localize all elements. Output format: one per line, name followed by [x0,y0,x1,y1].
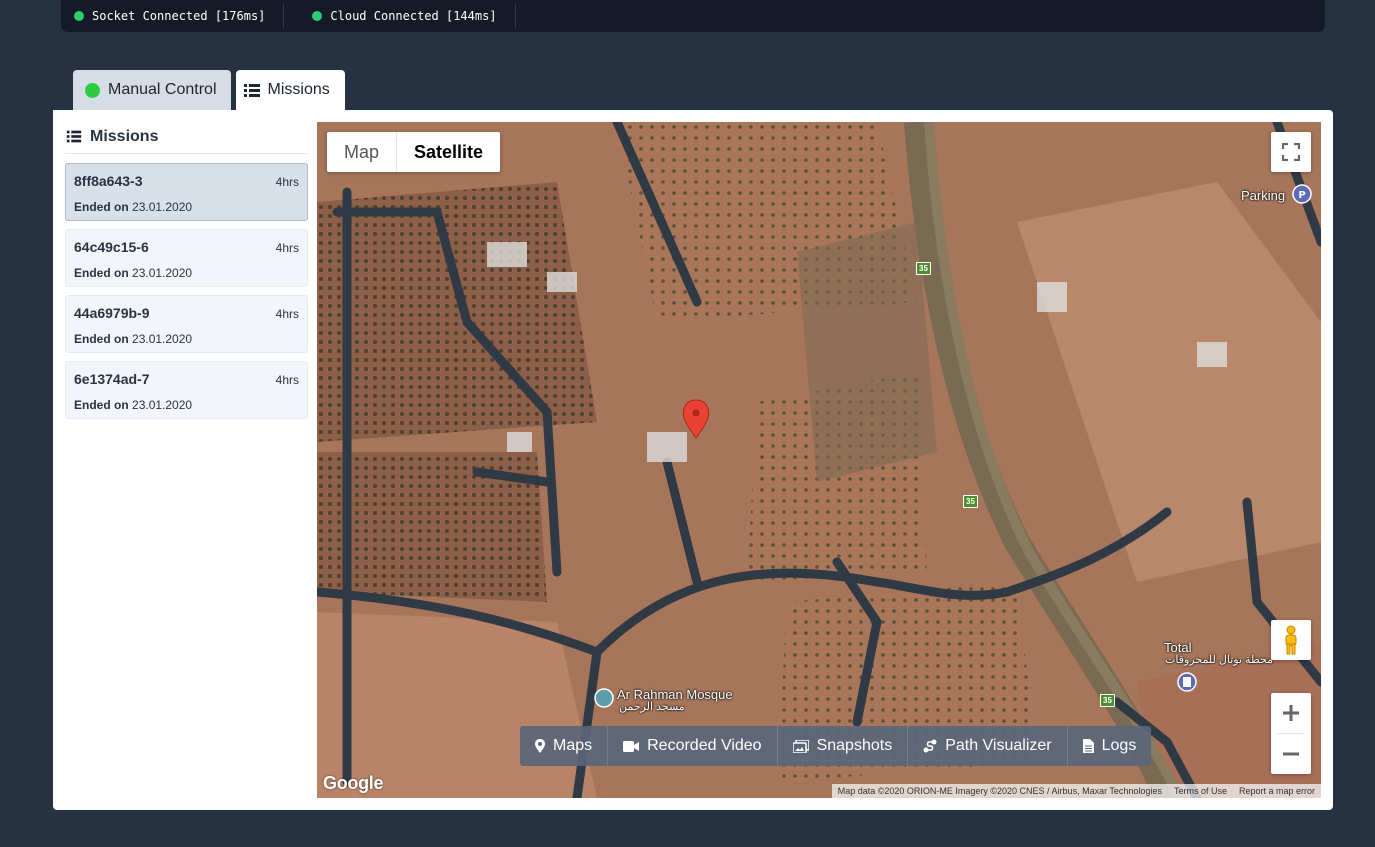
report-map-error-link[interactable]: Report a map error [1239,786,1315,796]
total-label-arabic: محطة توتال للمحروقات [1165,654,1273,666]
mission-ended: Ended on 23.01.2020 [74,266,299,280]
status-dot-icon [85,82,100,98]
minus-icon [1283,752,1299,756]
satellite-imagery: P [317,122,1321,798]
satellite-map[interactable]: P 35 35 35 Parking Ar Rahman Mosque مسجد… [317,122,1321,798]
cloud-status-dot [312,11,323,21]
ended-date: 23.01.2020 [132,398,193,412]
path-visualizer-button-label: Path Visualizer [945,737,1052,754]
fullscreen-button[interactable] [1271,132,1311,172]
ended-label: Ended on [74,398,129,412]
mission-item[interactable]: 44a6979b-9 4hrs Ended on 23.01.2020 [65,295,308,353]
plus-icon [1283,705,1299,721]
missions-sidebar: Missions 8ff8a643-3 4hrs Ended on 23.01.… [65,120,308,427]
ended-label: Ended on [74,332,129,346]
socket-status: Socket Connected [176ms] [74,4,285,28]
cloud-status: Cloud Connected [144ms] [312,4,516,28]
parking-marker-icon: P [1292,184,1312,204]
ended-date: 23.01.2020 [132,332,193,346]
street-view-button[interactable] [1271,620,1311,660]
ended-label: Ended on [74,266,129,280]
fullscreen-icon [1282,143,1300,161]
snapshots-button-label: Snapshots [816,737,893,754]
tab-missions-label: Missions [267,81,330,98]
pegman-icon [1285,625,1297,655]
images-icon [792,739,809,753]
map-type-map-button[interactable]: Map [327,132,396,172]
ended-date: 23.01.2020 [132,266,193,280]
terms-of-use-link[interactable]: Terms of Use [1174,786,1227,796]
main-tabs: Manual Control Missions [73,70,350,110]
tab-manual-control-label: Manual Control [108,81,217,98]
mission-id: 44a6979b-9 [74,305,150,321]
mission-item[interactable]: 64c49c15-6 4hrs Ended on 23.01.2020 [65,229,308,287]
parking-label: Parking [1241,188,1286,203]
maps-button[interactable]: Maps [520,726,609,766]
connection-status-bar: Socket Connected [176ms] Cloud Connected… [61,0,1325,32]
google-logo: Google [323,773,384,793]
zoom-out-button[interactable] [1271,734,1311,774]
video-camera-icon [623,740,640,752]
list-icon [243,83,260,97]
map-toolbar: Maps Recorded Video Snapshots Path Visua… [520,726,1152,766]
mission-list: 8ff8a643-3 4hrs Ended on 23.01.2020 64c4… [65,163,308,419]
mission-ended: Ended on 23.01.2020 [74,332,299,346]
road-shield-label: 35 [963,495,978,508]
mission-duration: 4hrs [275,307,299,321]
list-icon [66,130,82,143]
ended-date: 23.01.2020 [132,200,193,214]
file-icon [1082,739,1094,753]
map-type-satellite-button[interactable]: Satellite [396,132,500,172]
mosque-marker-icon [594,688,614,708]
recorded-video-button-label: Recorded Video [647,737,762,754]
maps-button-label: Maps [553,737,593,754]
logs-button[interactable]: Logs [1068,726,1152,766]
missions-panel: Missions 8ff8a643-3 4hrs Ended on 23.01.… [53,110,1333,810]
socket-status-dot [74,11,84,21]
mission-id: 8ff8a643-3 [74,173,143,189]
map-data-attribution: Map data ©2020 ORION-ME Imagery ©2020 CN… [837,786,1162,796]
map-attribution: Map data ©2020 ORION-ME Imagery ©2020 CN… [831,784,1321,798]
tab-missions[interactable]: Missions [235,70,345,110]
sidebar-title: Missions [90,127,159,145]
recorded-video-button[interactable]: Recorded Video [608,726,778,766]
road-shield-label: 35 [916,262,931,275]
svg-text:P: P [1298,190,1305,201]
mission-id: 64c49c15-6 [74,239,149,255]
road-shield-label: 35 [1100,694,1115,707]
map-marker-icon [535,739,545,753]
mission-duration: 4hrs [275,175,299,189]
sidebar-header: Missions [65,120,308,154]
zoom-control [1271,693,1311,774]
gas-station-marker-icon [1177,672,1197,692]
map-type-control: Map Satellite [327,132,501,172]
mission-ended: Ended on 23.01.2020 [74,398,299,412]
mission-id: 6e1374ad-7 [74,371,150,387]
ended-label: Ended on [74,200,129,214]
mission-item[interactable]: 8ff8a643-3 4hrs Ended on 23.01.2020 [65,163,308,221]
path-visualizer-button[interactable]: Path Visualizer [908,726,1068,766]
mission-duration: 4hrs [275,241,299,255]
logs-button-label: Logs [1101,737,1137,754]
tab-manual-control[interactable]: Manual Control [73,70,231,110]
cloud-status-label: Cloud Connected [144ms] [330,9,497,23]
mission-item[interactable]: 6e1374ad-7 4hrs Ended on 23.01.2020 [65,361,308,419]
socket-status-label: Socket Connected [176ms] [92,9,266,23]
mosque-label-arabic: مسجد الرحمن [619,701,685,713]
snapshots-button[interactable]: Snapshots [778,726,909,766]
mission-duration: 4hrs [275,373,299,387]
route-icon [923,739,937,753]
zoom-in-button[interactable] [1271,693,1311,733]
mission-ended: Ended on 23.01.2020 [74,200,299,214]
